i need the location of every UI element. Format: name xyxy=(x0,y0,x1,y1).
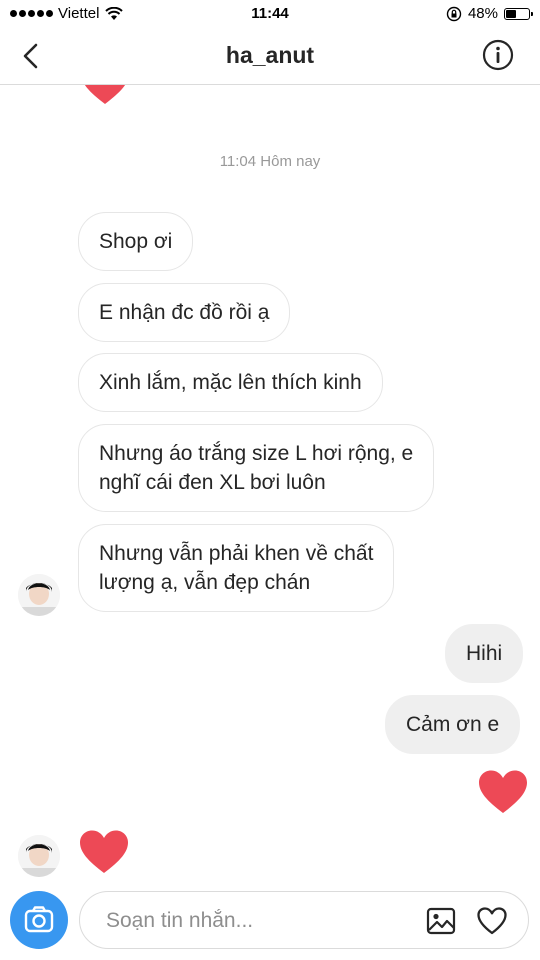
message-text: Cảm ơn e xyxy=(406,713,500,736)
outgoing-message[interactable]: Hihi xyxy=(445,624,524,683)
gallery-icon xyxy=(426,907,456,935)
sender-avatar[interactable] xyxy=(18,835,60,877)
incoming-message[interactable]: Xinh lắm, mặc lên thích kinh xyxy=(78,353,383,412)
message-input[interactable] xyxy=(104,892,408,950)
chat-header: ha_anut xyxy=(0,28,540,85)
message-timestamp: 11:04 Hôm nay xyxy=(219,153,321,170)
battery-percent: 48% xyxy=(467,5,498,22)
message-feed[interactable]: 11:04 Hôm nay Shop ơi E nhận đc đồ rồi ạ… xyxy=(0,61,540,885)
message-composer[interactable] xyxy=(79,891,529,950)
status-bar: Viettel 11:44 48% xyxy=(0,0,540,28)
message-text: Xinh lắm, mặc lên thích kinh xyxy=(99,371,362,394)
avatar-image xyxy=(18,835,60,877)
message-text-line: Nhưng áo trắng size L hơi rộng, e xyxy=(99,442,414,465)
direct-message-screen: Viettel 11:44 48% ha_anut 11:04 Hôm nay … xyxy=(0,0,540,960)
camera-button[interactable] xyxy=(10,891,68,949)
like-button[interactable] xyxy=(476,905,508,937)
info-button[interactable] xyxy=(482,39,514,71)
status-right: 48% xyxy=(446,5,533,22)
battery-icon xyxy=(504,7,533,20)
incoming-message[interactable]: Nhưng áo trắng size L hơi rộng, e nghĩ c… xyxy=(78,424,435,512)
camera-icon xyxy=(24,906,54,933)
message-text-line: nghĩ cái đen XL bơi luôn xyxy=(99,471,326,494)
outgoing-message[interactable]: Cảm ơn e xyxy=(385,695,521,754)
orientation-lock-icon xyxy=(446,6,462,21)
info-icon xyxy=(482,39,514,71)
sender-avatar[interactable] xyxy=(18,574,60,616)
avatar-image xyxy=(18,574,60,616)
message-text: E nhận đc đồ rồi ạ xyxy=(99,301,270,324)
heart-reaction-icon xyxy=(80,830,128,873)
message-text-line: lượng ạ, vẫn đẹp chán xyxy=(99,571,311,594)
heart-outline-icon xyxy=(477,907,507,935)
message-text-line: Nhưng vẫn phải khen về chất xyxy=(99,542,374,565)
incoming-message[interactable]: E nhận đc đồ rồi ạ xyxy=(78,283,291,342)
message-text: Shop ơi xyxy=(99,230,173,253)
gallery-button[interactable] xyxy=(426,906,456,936)
incoming-message[interactable]: Nhưng vẫn phải khen về chất lượng ạ, vẫn… xyxy=(78,524,395,612)
conversation-title[interactable]: ha_anut xyxy=(0,42,540,69)
message-text: Hihi xyxy=(466,642,503,665)
heart-reaction-icon xyxy=(479,770,527,813)
incoming-message[interactable]: Shop ơi xyxy=(78,212,194,271)
